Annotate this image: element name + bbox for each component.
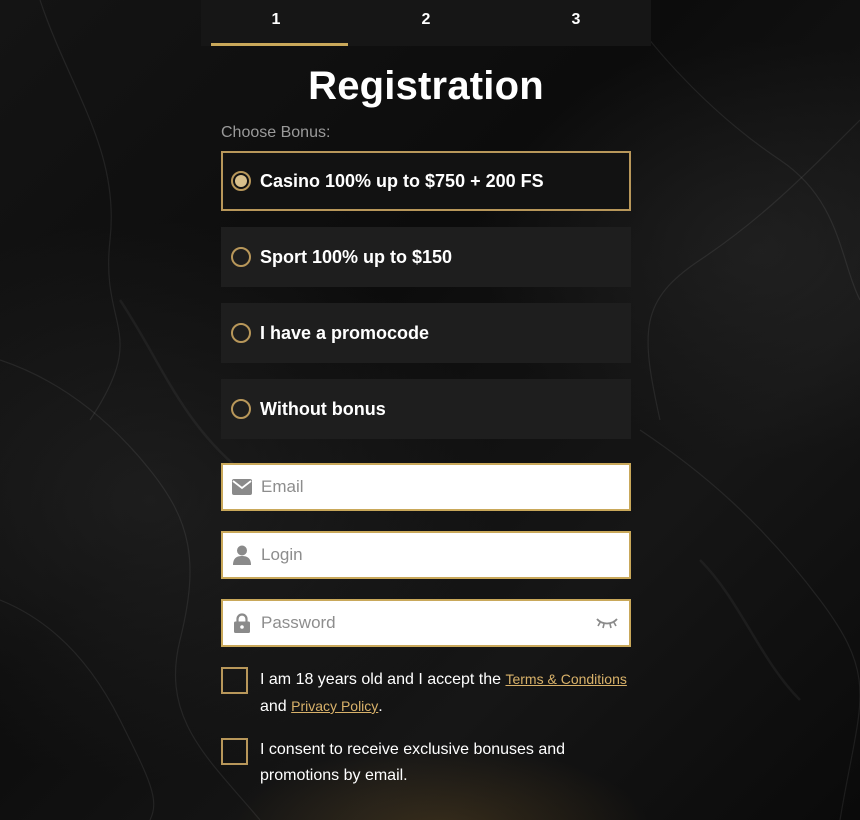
radio-button[interactable] — [231, 323, 251, 343]
password-field-container — [221, 599, 631, 647]
radio-dot — [235, 175, 247, 187]
bonus-option-label: I have a promocode — [260, 322, 430, 343]
bonus-option-casino[interactable]: Casino 100% up to $750 + 200 FS — [221, 151, 631, 211]
email-input[interactable] — [261, 465, 629, 509]
bonus-option-label: Casino 100% up to $750 + 200 FS — [260, 170, 544, 191]
user-icon — [223, 545, 261, 565]
age-consent-text-after: . — [378, 698, 383, 715]
radio-button[interactable] — [231, 399, 251, 419]
radio-button[interactable] — [231, 247, 251, 267]
marketing-consent-row: I consent to receive exclusive bonuses a… — [221, 737, 581, 789]
login-input[interactable] — [261, 533, 629, 577]
step-tab-2[interactable]: 2 — [351, 0, 501, 46]
privacy-policy-link[interactable]: Privacy Policy — [291, 698, 378, 714]
age-consent-text-mid: and — [260, 698, 287, 715]
age-consent-checkbox[interactable] — [221, 667, 248, 694]
bonus-option-without[interactable]: Without bonus — [221, 379, 631, 439]
bonus-option-promocode[interactable]: I have a promocode — [221, 303, 631, 363]
step-tab-label: 2 — [421, 11, 431, 28]
page-title: Registration — [308, 64, 544, 108]
step-tab-label: 3 — [571, 11, 581, 28]
lock-icon — [223, 613, 261, 633]
login-field-container — [221, 531, 631, 579]
choose-bonus-label: Choose Bonus: — [221, 124, 331, 141]
email-field-container — [221, 463, 631, 511]
step-tab-3[interactable]: 3 — [501, 0, 651, 46]
eye-closed-icon[interactable] — [585, 616, 629, 630]
age-consent-row: I am 18 years old and I accept the Terms… — [221, 666, 641, 720]
terms-conditions-link[interactable]: Terms & Conditions — [505, 671, 626, 687]
marketing-consent-text: I consent to receive exclusive bonuses a… — [260, 741, 566, 784]
bonus-option-sport[interactable]: Sport 100% up to $150 — [221, 227, 631, 287]
envelope-icon — [223, 479, 261, 495]
age-consent-text: I am 18 years old and I accept the Terms… — [260, 666, 627, 720]
bonus-option-label: Without bonus — [260, 398, 386, 419]
bonus-option-label: Sport 100% up to $150 — [260, 246, 453, 267]
step-tab-1[interactable]: 1 — [201, 0, 351, 46]
step-tab-label: 1 — [271, 11, 281, 28]
age-consent-text-before: I am 18 years old and I accept the — [260, 671, 502, 688]
registration-steps: 1 2 3 — [201, 0, 651, 46]
password-input[interactable] — [261, 601, 585, 645]
marketing-consent-checkbox[interactable] — [221, 738, 248, 765]
radio-button-selected[interactable] — [231, 171, 251, 191]
